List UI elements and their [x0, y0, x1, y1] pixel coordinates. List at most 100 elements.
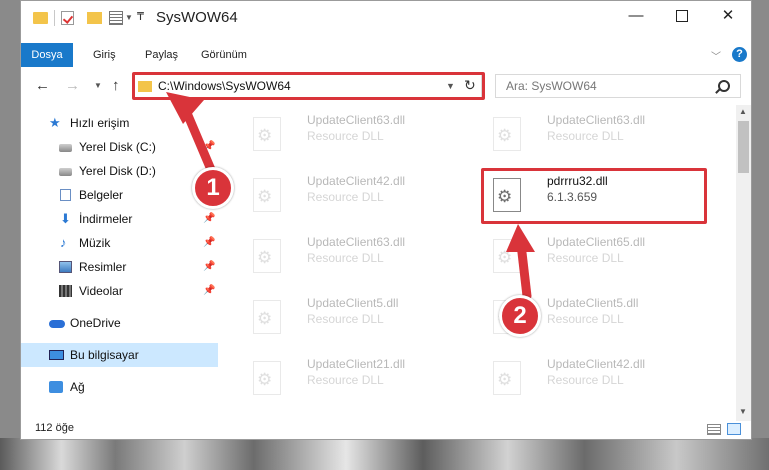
file-description: Resource DLL	[307, 129, 384, 143]
file-item[interactable]: UpdateClient42.dll Resource DLL	[241, 170, 471, 224]
star-icon: ★	[49, 115, 61, 130]
quick-access-dropdown-icon[interactable]: ▼	[125, 13, 133, 22]
help-icon[interactable]: ?	[732, 47, 747, 62]
videos-icon	[59, 285, 72, 297]
search-box[interactable]: Ara: SysWOW64	[495, 74, 741, 98]
computer-icon	[49, 350, 64, 360]
tab-file[interactable]: Dosya	[21, 43, 73, 67]
file-item[interactable]: UpdateClient5.dll Resource DLL	[241, 292, 471, 346]
address-bar-highlight	[132, 72, 485, 100]
pin-icon[interactable]: 📌	[203, 135, 215, 159]
dll-file-icon	[253, 300, 281, 334]
forward-button[interactable]: →	[65, 77, 80, 94]
quick-access-separator	[54, 10, 55, 26]
item-count: 112 öğe	[35, 422, 74, 434]
file-description: Resource DLL	[547, 129, 624, 143]
sidebar-item-pictures[interactable]: Resimler 📌	[21, 255, 218, 279]
step-1-badge: 1	[192, 167, 234, 209]
music-icon: ♪	[60, 235, 67, 250]
recent-locations-icon[interactable]: ▼	[94, 81, 102, 90]
pictures-icon	[59, 261, 72, 273]
file-description: Resource DLL	[547, 251, 624, 265]
sidebar-item-videos[interactable]: Videolar 📌	[21, 279, 218, 303]
desktop-wallpaper	[0, 438, 769, 470]
close-button[interactable]: ✕	[705, 1, 751, 31]
cloud-icon	[49, 320, 65, 328]
file-item[interactable]: UpdateClient63.dll Resource DLL	[241, 231, 471, 285]
file-item[interactable]: UpdateClient63.dll Resource DLL	[481, 109, 711, 163]
sidebar-item-downloads[interactable]: ⬇ İndirmeler 📌	[21, 207, 218, 231]
search-icon[interactable]	[718, 80, 730, 92]
window-title: SysWOW64	[156, 9, 238, 26]
file-name: UpdateClient5.dll	[307, 296, 399, 310]
dll-file-icon	[253, 117, 281, 151]
drive-icon	[59, 144, 72, 152]
title-bar: ▼ ₸ SysWOW64 — ✕	[21, 1, 751, 35]
file-explorer-window: ▼ ₸ SysWOW64 — ✕ Dosya Giriş Paylaş Görü…	[20, 0, 752, 440]
sidebar-item-onedrive[interactable]: OneDrive	[21, 311, 218, 335]
dll-file-icon	[493, 361, 521, 395]
file-item[interactable]: UpdateClient21.dll Resource DLL	[241, 353, 471, 407]
sidebar-item-quick-access[interactable]: ★ Hızlı erişim	[21, 111, 218, 135]
maximize-button[interactable]	[659, 1, 705, 31]
file-name: UpdateClient65.dll	[547, 235, 646, 249]
file-item[interactable]: UpdateClient63.dll Resource DLL	[241, 109, 471, 163]
scrollbar-thumb[interactable]	[738, 121, 749, 173]
network-icon	[49, 381, 63, 393]
file-list: UpdateClient63.dll Resource DLL UpdateCl…	[226, 105, 736, 417]
file-name: UpdateClient21.dll	[307, 357, 406, 371]
maximize-icon	[676, 10, 688, 23]
drive-icon	[59, 168, 72, 176]
sidebar-item-network[interactable]: Ağ	[21, 375, 218, 399]
properties-icon[interactable]	[109, 11, 123, 25]
search-input[interactable]: Ara: SysWOW64	[506, 79, 597, 93]
pin-icon[interactable]: 📌	[203, 279, 215, 303]
file-item[interactable]: UpdateClient65.dll Resource DLL	[481, 231, 711, 285]
step-2-badge: 2	[499, 295, 541, 337]
file-name: UpdateClient63.dll	[547, 113, 646, 127]
dll-file-icon	[493, 239, 521, 273]
scroll-down-icon[interactable]: ▼	[739, 407, 747, 416]
file-name: UpdateClient42.dll	[547, 357, 646, 371]
file-description: Resource DLL	[307, 190, 384, 204]
status-bar: 112 öğe	[21, 420, 751, 439]
pin-icon[interactable]: 📌	[203, 231, 215, 255]
navigation-bar: ← → ▼ ↑ C:\Windows\SysWOW64 ▼ ↻ Ara: Sys…	[21, 71, 751, 103]
file-description: Resource DLL	[307, 251, 384, 265]
minimize-button[interactable]: —	[613, 1, 659, 31]
sidebar-item-documents[interactable]: Belgeler	[21, 183, 218, 207]
large-icons-view-icon[interactable]	[727, 423, 741, 435]
ribbon-tabs: Dosya Giriş Paylaş Görünüm ﹀ ?	[21, 43, 751, 67]
sidebar-item-music[interactable]: ♪ Müzik 📌	[21, 231, 218, 255]
vertical-scrollbar[interactable]: ▲ ▼	[736, 105, 751, 421]
dll-file-icon	[253, 239, 281, 273]
file-name: UpdateClient63.dll	[307, 235, 406, 249]
sidebar-item-local-disk-c[interactable]: Yerel Disk (C:) 📌	[21, 135, 218, 159]
tab-home[interactable]: Giriş	[93, 43, 116, 67]
sidebar-item-this-pc[interactable]: Bu bilgisayar	[21, 343, 218, 367]
details-view-icon[interactable]	[707, 424, 721, 435]
customize-toolbar-icon[interactable]: ₸	[137, 10, 144, 23]
back-button[interactable]: ←	[35, 77, 50, 94]
file-name: UpdateClient42.dll	[307, 174, 406, 188]
dll-file-icon	[493, 117, 521, 151]
file-name: UpdateClient5.dll	[547, 296, 639, 310]
new-folder-icon[interactable]	[87, 12, 102, 24]
file-highlight	[481, 168, 707, 224]
scroll-up-icon[interactable]: ▲	[739, 107, 747, 116]
tab-view[interactable]: Görünüm	[201, 43, 247, 67]
file-description: Resource DLL	[307, 312, 384, 326]
expand-ribbon-icon[interactable]: ﹀	[711, 48, 721, 63]
folder-icon[interactable]	[33, 12, 48, 24]
navigation-pane: ★ Hızlı erişim Yerel Disk (C:) 📌 Yerel D…	[21, 105, 218, 421]
tab-share[interactable]: Paylaş	[145, 43, 178, 67]
file-item[interactable]: UpdateClient42.dll Resource DLL	[481, 353, 711, 407]
pin-icon[interactable]: 📌	[203, 255, 215, 279]
file-name: UpdateClient63.dll	[307, 113, 406, 127]
dll-file-icon	[253, 178, 281, 212]
downloads-icon: ⬇	[60, 211, 71, 226]
sidebar-item-local-disk-d[interactable]: Yerel Disk (D:)	[21, 159, 218, 183]
properties-check-icon[interactable]	[61, 11, 74, 25]
pin-icon[interactable]: 📌	[203, 207, 215, 231]
up-button[interactable]: ↑	[112, 77, 120, 94]
